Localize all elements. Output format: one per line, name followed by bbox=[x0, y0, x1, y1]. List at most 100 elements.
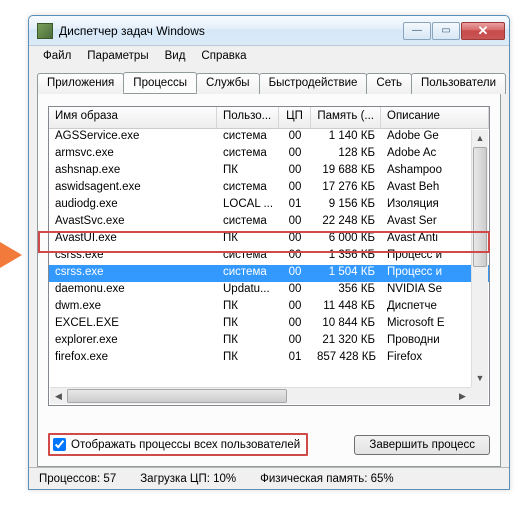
table-row[interactable]: AvastUI.exeПК006 000 КБAvast Anti bbox=[49, 231, 489, 248]
cell-cpu: 00 bbox=[279, 214, 311, 231]
tab-performance[interactable]: Быстродействие bbox=[259, 73, 368, 94]
tab-network[interactable]: Сеть bbox=[366, 73, 412, 94]
table-row[interactable]: ashsnap.exeПК0019 688 КБAshampoo bbox=[49, 163, 489, 180]
tab-strip: Приложения Процессы Службы Быстродействи… bbox=[37, 72, 501, 93]
table-row[interactable]: csrss.exeсистема001 356 КБПроцесс и bbox=[49, 248, 489, 265]
tab-applications[interactable]: Приложения bbox=[37, 73, 124, 94]
table-row[interactable]: AvastSvc.exeсистема0022 248 КБAvast Ser bbox=[49, 214, 489, 231]
cell-cpu: 00 bbox=[279, 316, 311, 333]
menu-file[interactable]: Файл bbox=[35, 48, 79, 64]
tab-processes[interactable]: Процессы bbox=[123, 72, 197, 93]
scroll-left-icon[interactable]: ◀ bbox=[50, 388, 67, 404]
checkbox-label: Отображать процессы всех пользователей bbox=[71, 439, 300, 451]
tab-services[interactable]: Службы bbox=[196, 73, 260, 94]
cell-image-name: audiodg.exe bbox=[49, 197, 217, 214]
checkbox-input[interactable] bbox=[53, 438, 66, 451]
cell-memory: 11 448 КБ bbox=[311, 299, 381, 316]
cell-memory: 10 844 КБ bbox=[311, 316, 381, 333]
cell-cpu: 00 bbox=[279, 282, 311, 299]
cell-user: ПК bbox=[217, 299, 279, 316]
cell-memory: 6 000 КБ bbox=[311, 231, 381, 248]
cell-cpu: 00 bbox=[279, 231, 311, 248]
cell-image-name: AGSService.exe bbox=[49, 129, 217, 146]
scroll-right-icon[interactable]: ▶ bbox=[454, 388, 471, 404]
table-row[interactable]: AGSService.exeсистема001 140 КБAdobe Ge bbox=[49, 129, 489, 146]
task-manager-window: Диспетчер задач Windows — ▭ ✕ Файл Парам… bbox=[28, 15, 510, 490]
cell-user: LOCAL ... bbox=[217, 197, 279, 214]
table-row[interactable]: explorer.exeПК0021 320 КБПроводни bbox=[49, 333, 489, 350]
cell-memory: 1 504 КБ bbox=[311, 265, 381, 282]
cell-memory: 19 688 КБ bbox=[311, 163, 381, 180]
cell-user: ПК bbox=[217, 231, 279, 248]
column-memory[interactable]: Память (... bbox=[311, 107, 381, 128]
tab-users[interactable]: Пользователи bbox=[411, 73, 506, 94]
close-button[interactable]: ✕ bbox=[461, 22, 505, 40]
table-row[interactable]: firefox.exeПК01857 428 КБFirefox bbox=[49, 350, 489, 367]
cell-user: система bbox=[217, 146, 279, 163]
cell-memory: 22 248 КБ bbox=[311, 214, 381, 231]
cell-cpu: 00 bbox=[279, 265, 311, 282]
cell-user: Updatu... bbox=[217, 282, 279, 299]
minimize-button[interactable]: — bbox=[403, 22, 431, 40]
end-process-button[interactable]: Завершить процесс bbox=[354, 435, 490, 455]
vertical-scrollbar[interactable]: ▲ ▼ bbox=[471, 130, 488, 387]
cell-image-name: EXCEL.EXE bbox=[49, 316, 217, 333]
cell-memory: 356 КБ bbox=[311, 282, 381, 299]
table-row[interactable]: dwm.exeПК0011 448 КБДиспетче bbox=[49, 299, 489, 316]
list-body: AGSService.exeсистема001 140 КБAdobe Gea… bbox=[49, 129, 489, 389]
column-user[interactable]: Пользо... bbox=[217, 107, 279, 128]
cell-cpu: 01 bbox=[279, 197, 311, 214]
cell-user: система bbox=[217, 129, 279, 146]
cell-image-name: AvastSvc.exe bbox=[49, 214, 217, 231]
scroll-thumb-h[interactable] bbox=[67, 389, 287, 403]
menu-options[interactable]: Параметры bbox=[79, 48, 156, 64]
cell-user: ПК bbox=[217, 350, 279, 367]
cell-memory: 21 320 КБ bbox=[311, 333, 381, 350]
cell-image-name: firefox.exe bbox=[49, 350, 217, 367]
scroll-up-icon[interactable]: ▲ bbox=[472, 130, 488, 147]
scroll-down-icon[interactable]: ▼ bbox=[472, 370, 488, 387]
cell-image-name: armsvc.exe bbox=[49, 146, 217, 163]
status-memory: Физическая память: 65% bbox=[260, 473, 394, 485]
maximize-button[interactable]: ▭ bbox=[432, 22, 460, 40]
table-row[interactable]: daemonu.exeUpdatu...00356 КБNVIDIA Se bbox=[49, 282, 489, 299]
cell-memory: 17 276 КБ bbox=[311, 180, 381, 197]
column-cpu[interactable]: ЦП bbox=[279, 107, 311, 128]
horizontal-scrollbar[interactable]: ◀ ▶ bbox=[50, 387, 471, 404]
table-row[interactable]: aswidsagent.exeсистема0017 276 КБAvast B… bbox=[49, 180, 489, 197]
cell-user: система bbox=[217, 214, 279, 231]
cell-user: система bbox=[217, 180, 279, 197]
status-processes: Процессов: 57 bbox=[39, 473, 116, 485]
list-header: Имя образа Пользо... ЦП Память (... Опис… bbox=[49, 107, 489, 129]
cell-cpu: 00 bbox=[279, 146, 311, 163]
cell-memory: 128 КБ bbox=[311, 146, 381, 163]
show-all-users-checkbox[interactable]: Отображать процессы всех пользователей bbox=[48, 433, 308, 456]
cell-memory: 1 140 КБ bbox=[311, 129, 381, 146]
table-row[interactable]: csrss.exeсистема001 504 КБПроцесс и bbox=[49, 265, 489, 282]
cell-memory: 9 156 КБ bbox=[311, 197, 381, 214]
column-image-name[interactable]: Имя образа bbox=[49, 107, 217, 128]
cell-image-name: daemonu.exe bbox=[49, 282, 217, 299]
cell-cpu: 00 bbox=[279, 299, 311, 316]
cell-image-name: csrss.exe bbox=[49, 265, 217, 282]
process-list[interactable]: Имя образа Пользо... ЦП Память (... Опис… bbox=[48, 106, 490, 406]
titlebar[interactable]: Диспетчер задач Windows — ▭ ✕ bbox=[29, 16, 509, 46]
table-row[interactable]: audiodg.exeLOCAL ...019 156 КБИзоляция bbox=[49, 197, 489, 214]
cell-user: ПК bbox=[217, 333, 279, 350]
scroll-thumb-v[interactable] bbox=[473, 147, 487, 267]
cell-cpu: 00 bbox=[279, 163, 311, 180]
column-description[interactable]: Описание bbox=[381, 107, 489, 128]
cell-cpu: 00 bbox=[279, 180, 311, 197]
table-row[interactable]: EXCEL.EXEПК0010 844 КБMicrosoft E bbox=[49, 316, 489, 333]
cell-user: система bbox=[217, 265, 279, 282]
status-cpu: Загрузка ЦП: 10% bbox=[140, 473, 236, 485]
cell-image-name: dwm.exe bbox=[49, 299, 217, 316]
table-row[interactable]: armsvc.exeсистема00128 КБAdobe Ac bbox=[49, 146, 489, 163]
processes-panel: Имя образа Пользо... ЦП Память (... Опис… bbox=[37, 93, 501, 467]
cell-user: ПК bbox=[217, 316, 279, 333]
menu-view[interactable]: Вид bbox=[157, 48, 194, 64]
menu-help[interactable]: Справка bbox=[193, 48, 254, 64]
statusbar: Процессов: 57 Загрузка ЦП: 10% Физическа… bbox=[29, 467, 509, 489]
cell-cpu: 01 bbox=[279, 350, 311, 367]
callout-arrow bbox=[0, 242, 22, 268]
